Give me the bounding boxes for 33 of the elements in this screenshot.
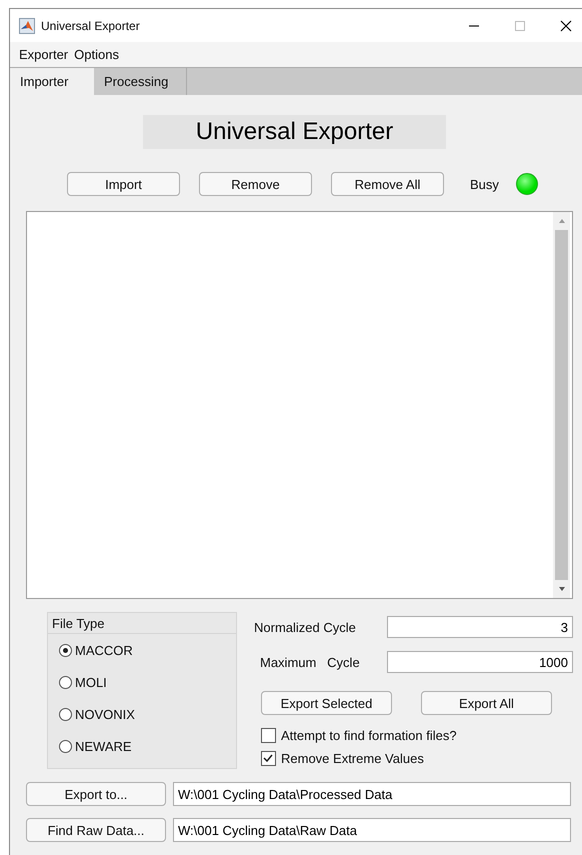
radio-option[interactable]: NEWARE — [48, 730, 236, 762]
radio-option[interactable]: MACCOR — [48, 634, 236, 666]
radio-option[interactable]: NOVONIX — [48, 698, 236, 730]
checkbox-option[interactable]: Attempt to find formation files? — [261, 724, 573, 747]
action-button[interactable]: Import — [67, 172, 180, 196]
number-field[interactable]: 3 — [387, 616, 573, 638]
scroll-up-icon[interactable] — [558, 217, 566, 225]
app-heading: Universal Exporter — [143, 115, 446, 149]
scroll-down-icon[interactable] — [558, 585, 566, 593]
number-field[interactable]: 1000 — [387, 651, 573, 673]
field-label: Normalized Cycle — [254, 620, 357, 634]
path-button[interactable]: Export to... — [26, 782, 166, 806]
export-button[interactable]: Export All — [421, 691, 552, 715]
menu-item[interactable]: Options — [74, 47, 119, 62]
checkbox-option[interactable]: Remove Extreme Values — [261, 747, 573, 770]
window-title: Universal Exporter — [41, 18, 140, 32]
export-button[interactable]: Export Selected — [261, 691, 392, 715]
menu-item[interactable]: Exporter — [19, 47, 68, 62]
maximize-icon[interactable] — [514, 20, 526, 32]
path-field[interactable]: W:\001 Cycling Data\Processed Data — [173, 782, 571, 806]
action-button[interactable]: Remove All — [331, 172, 444, 196]
action-button[interactable]: Remove — [199, 172, 312, 196]
panel-title: File Type — [48, 613, 236, 634]
checkmark-icon — [262, 752, 274, 764]
app-icon — [19, 18, 35, 34]
field-label: Maximum Cycle — [259, 654, 361, 670]
path-button[interactable]: Find Raw Data... — [26, 818, 166, 842]
tab[interactable]: Importer — [10, 68, 94, 95]
scrollbar[interactable] — [553, 212, 570, 598]
close-icon[interactable] — [560, 20, 572, 32]
radio-option[interactable]: MOLI — [48, 666, 236, 698]
busy-label: Busy — [470, 176, 499, 192]
path-field[interactable]: W:\001 Cycling Data\Raw Data — [173, 818, 571, 842]
